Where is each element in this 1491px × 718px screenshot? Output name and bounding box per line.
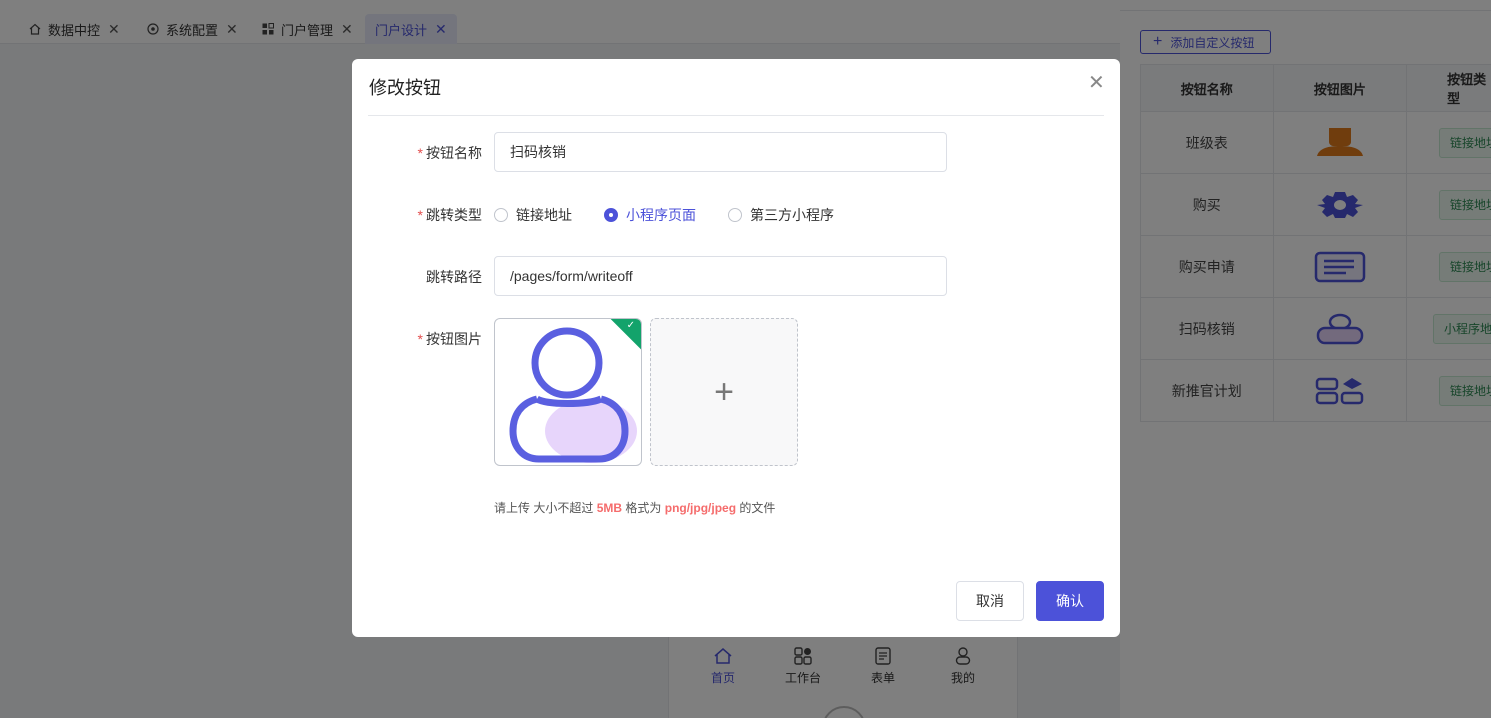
field-label: 按钮名称 [426, 145, 482, 161]
hint-size: 5MB [596, 501, 623, 515]
button-image-label: * 按钮图片 [352, 329, 482, 349]
hint-text: 的文件 [739, 501, 776, 515]
required-mark: * [417, 207, 423, 223]
radio-link-address[interactable]: 链接地址 [494, 205, 572, 225]
field-label: 跳转类型 [426, 207, 482, 223]
radio-label: 第三方小程序 [750, 207, 834, 223]
jump-path-input[interactable]: /pages/form/writeoff [494, 256, 947, 296]
upload-hint: 请上传 大小不超过 5MB 格式为 png/jpg/jpeg 的文件 [494, 499, 775, 516]
divider [368, 115, 1104, 116]
edit-button-dialog: 修改按钮 ✕ * 按钮名称 扫码核销 * 跳转类型 链接地址 小程序页面 第三方小程… [352, 59, 1120, 637]
field-label: 跳转路径 [426, 269, 482, 285]
check-icon: ✓ [626, 320, 635, 331]
upload-add-button[interactable]: + [650, 318, 798, 466]
radio-mini-program-page[interactable]: 小程序页面 [604, 205, 696, 225]
radio-circle[interactable] [728, 208, 742, 222]
hint-formats: png/jpg/jpeg [664, 501, 737, 515]
jump-type-label: * 跳转类型 [352, 205, 482, 225]
confirm-button[interactable]: 确认 [1036, 581, 1104, 621]
button-name-input[interactable]: 扫码核销 [494, 132, 947, 172]
hint-text: 请上传 大小不超过 [494, 501, 594, 515]
jump-path-label: 跳转路径 [352, 267, 482, 287]
hint-text: 格式为 [625, 501, 662, 515]
required-mark: * [417, 145, 423, 161]
radio-circle[interactable] [604, 208, 618, 222]
close-icon[interactable]: ✕ [1088, 73, 1105, 93]
radio-label: 链接地址 [516, 207, 572, 223]
plus-icon: + [714, 373, 734, 411]
uploaded-image-thumbnail[interactable]: ✓ [494, 318, 642, 466]
radio-third-party-mini-program[interactable]: 第三方小程序 [728, 205, 834, 225]
required-mark: * [417, 331, 423, 347]
cancel-button[interactable]: 取消 [956, 581, 1024, 621]
person-icon [509, 327, 637, 463]
field-label: 按钮图片 [426, 331, 482, 347]
radio-label: 小程序页面 [626, 207, 696, 223]
button-name-label: * 按钮名称 [352, 143, 482, 163]
dialog-title: 修改按钮 [369, 78, 441, 98]
radio-circle[interactable] [494, 208, 508, 222]
jump-type-radio-group: 链接地址 小程序页面 第三方小程序 [494, 205, 866, 225]
